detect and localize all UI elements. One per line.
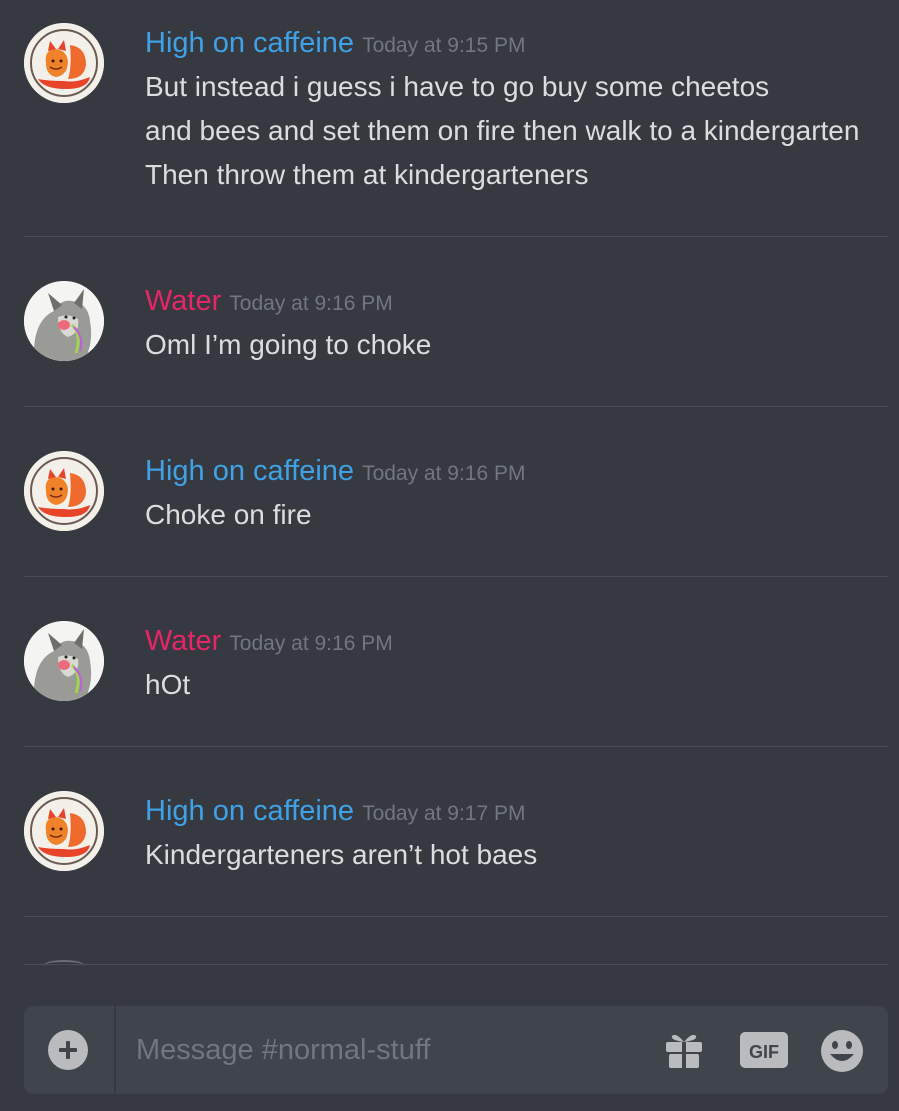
message-divider [24, 746, 888, 747]
author-name[interactable]: High on caffeine [145, 455, 354, 487]
gift-icon[interactable] [662, 1028, 706, 1072]
message-text: Kindergarteners aren’t hot baes [145, 839, 538, 870]
attach-zone [24, 1006, 116, 1094]
message-header: High on caffeine Today at 9:16 PM [145, 453, 526, 489]
message-text: Choke on fire [145, 499, 312, 530]
timestamp: Today at 9:16 PM [362, 462, 526, 485]
message-text: Then throw them at kindergarteners [145, 159, 589, 190]
message-header: High on caffeine Today at 9:15 PM [145, 25, 526, 61]
message-divider [24, 964, 888, 965]
message-text: hOt [145, 669, 191, 700]
emoji-icon[interactable] [819, 1028, 863, 1072]
message-header: Water Today at 9:16 PM [145, 283, 393, 319]
message-text: But instead i guess i have to go buy som… [145, 71, 770, 102]
add-icon[interactable] [48, 1030, 88, 1070]
gif-icon[interactable]: GIF [740, 1028, 788, 1072]
message-text: and bees and set them on fire then walk … [145, 115, 860, 146]
message-divider [24, 236, 888, 237]
message-input[interactable]: Message #normal-stuff [136, 1031, 430, 1069]
timestamp: Today at 9:16 PM [229, 292, 393, 315]
timestamp: Today at 9:16 PM [229, 632, 393, 655]
author-name[interactable]: Water [145, 625, 221, 657]
author-name[interactable]: High on caffeine [145, 27, 354, 59]
message-divider [24, 576, 888, 577]
message-header: High on caffeine Today at 9:17 PM [145, 793, 526, 829]
fox-avatar[interactable] [24, 791, 104, 871]
author-name[interactable]: Water [145, 285, 221, 317]
message-composer: Message #normal-stuff GIF [24, 1006, 888, 1094]
author-name[interactable]: High on caffeine [145, 795, 354, 827]
fox-avatar[interactable] [24, 451, 104, 531]
timestamp: Today at 9:17 PM [362, 802, 526, 825]
message-divider [24, 916, 888, 917]
fox-avatar[interactable] [24, 23, 104, 103]
gif-label: GIF [749, 1042, 779, 1062]
wolf-avatar[interactable] [24, 621, 104, 701]
timestamp: Today at 9:15 PM [362, 34, 526, 57]
message-header: Water Today at 9:16 PM [145, 623, 393, 659]
message-divider [24, 406, 888, 407]
message-text: Oml I’m going to choke [145, 329, 432, 360]
wolf-avatar[interactable] [24, 281, 104, 361]
partial-avatar [44, 960, 84, 970]
